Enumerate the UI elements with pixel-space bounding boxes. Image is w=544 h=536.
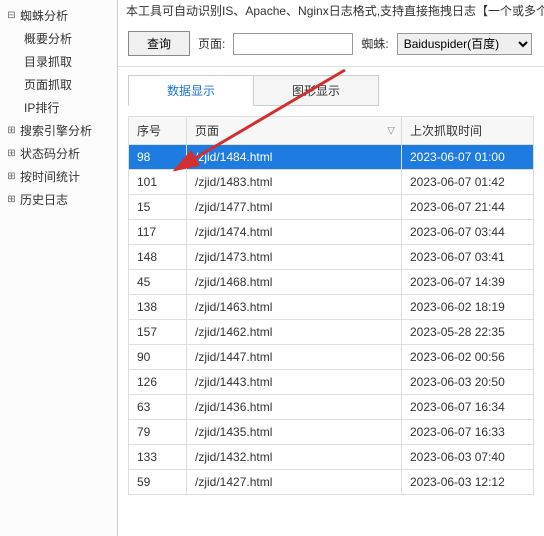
cell-time: 2023-06-07 03:44 (402, 220, 534, 245)
page-input[interactable] (233, 33, 353, 55)
expand-icon: ⊞ (6, 194, 17, 205)
expand-icon: ⊞ (6, 148, 17, 159)
tree-label: 概要分析 (24, 30, 72, 47)
tree-item-time[interactable]: ⊞ 按时间统计 (0, 165, 117, 188)
tree-label: 目录抓取 (24, 53, 72, 70)
tree-label: 搜索引擎分析 (20, 122, 92, 139)
cell-time: 2023-06-02 18:19 (402, 295, 534, 320)
header-time[interactable]: 上次抓取时间 (402, 117, 534, 145)
cell-time: 2023-06-07 21:44 (402, 195, 534, 220)
tabs: 数据显示 图形显示 (118, 67, 544, 106)
cell-page: /zjid/1443.html (187, 370, 402, 395)
cell-seq: 59 (129, 470, 187, 495)
tree-item-search[interactable]: ⊞ 搜索引擎分析 (0, 119, 117, 142)
cell-seq: 98 (129, 145, 187, 170)
table-row[interactable]: 15/zjid/1477.html2023-06-07 21:44 (129, 195, 534, 220)
cell-seq: 45 (129, 270, 187, 295)
cell-time: 2023-05-28 22:35 (402, 320, 534, 345)
spider-label: 蜘蛛: (361, 35, 388, 52)
cell-seq: 90 (129, 345, 187, 370)
cell-seq: 15 (129, 195, 187, 220)
header-seq[interactable]: 序号 (129, 117, 187, 145)
tree-item-dir[interactable]: 目录抓取 (0, 50, 117, 73)
cell-time: 2023-06-07 01:00 (402, 145, 534, 170)
tree-label: 状态码分析 (20, 145, 80, 162)
cell-seq: 101 (129, 170, 187, 195)
cell-time: 2023-06-07 01:42 (402, 170, 534, 195)
table-row[interactable]: 138/zjid/1463.html2023-06-02 18:19 (129, 295, 534, 320)
cell-page: /zjid/1473.html (187, 245, 402, 270)
cell-page: /zjid/1474.html (187, 220, 402, 245)
tree-label: 按时间统计 (20, 168, 80, 185)
cell-page: /zjid/1432.html (187, 445, 402, 470)
table-row[interactable]: 157/zjid/1462.html2023-05-28 22:35 (129, 320, 534, 345)
tree-item-summary[interactable]: 概要分析 (0, 27, 117, 50)
table-row[interactable]: 98/zjid/1484.html2023-06-07 01:00 (129, 145, 534, 170)
collapse-icon: ⊟ (6, 10, 17, 21)
tab-graph[interactable]: 图形显示 (254, 75, 379, 106)
cell-seq: 79 (129, 420, 187, 445)
cell-time: 2023-06-03 20:50 (402, 370, 534, 395)
cell-time: 2023-06-03 07:40 (402, 445, 534, 470)
cell-seq: 126 (129, 370, 187, 395)
cell-seq: 138 (129, 295, 187, 320)
table-row[interactable]: 101/zjid/1483.html2023-06-07 01:42 (129, 170, 534, 195)
cell-time: 2023-06-02 00:56 (402, 345, 534, 370)
tree-item-ip[interactable]: IP排行 (0, 96, 117, 119)
query-button[interactable]: 查询 (128, 31, 190, 56)
expand-icon: ⊞ (6, 125, 17, 136)
main-panel: 本工具可自动识别IS、Apache、Nginx日志格式,支持直接拖拽日志【一个或… (118, 0, 544, 536)
cell-time: 2023-06-03 12:12 (402, 470, 534, 495)
cell-time: 2023-06-07 16:34 (402, 395, 534, 420)
table-row[interactable]: 117/zjid/1474.html2023-06-07 03:44 (129, 220, 534, 245)
table-row[interactable]: 133/zjid/1432.html2023-06-03 07:40 (129, 445, 534, 470)
tree-label: IP排行 (24, 99, 59, 116)
cell-time: 2023-06-07 03:41 (402, 245, 534, 270)
sort-desc-icon: ▽ (387, 125, 395, 136)
table-row[interactable]: 148/zjid/1473.html2023-06-07 03:41 (129, 245, 534, 270)
table-row[interactable]: 45/zjid/1468.html2023-06-07 14:39 (129, 270, 534, 295)
data-table: 序号 页面▽ 上次抓取时间 98/zjid/1484.html2023-06-0… (128, 116, 534, 495)
cell-page: /zjid/1435.html (187, 420, 402, 445)
table-wrap: 序号 页面▽ 上次抓取时间 98/zjid/1484.html2023-06-0… (118, 106, 544, 536)
cell-page: /zjid/1447.html (187, 345, 402, 370)
cell-page: /zjid/1463.html (187, 295, 402, 320)
tree-label: 蜘蛛分析 (20, 7, 68, 24)
table-row[interactable]: 63/zjid/1436.html2023-06-07 16:34 (129, 395, 534, 420)
table-row[interactable]: 90/zjid/1447.html2023-06-02 00:56 (129, 345, 534, 370)
tree-label: 页面抓取 (24, 76, 72, 93)
tree-item-history[interactable]: ⊞ 历史日志 (0, 188, 117, 211)
filter-bar: 查询 页面: 蜘蛛: Baiduspider(百度) (118, 21, 544, 67)
cell-page: /zjid/1436.html (187, 395, 402, 420)
tree-item-page[interactable]: 页面抓取 (0, 73, 117, 96)
hint-text: 本工具可自动识别IS、Apache、Nginx日志格式,支持直接拖拽日志【一个或… (118, 0, 544, 21)
spider-select[interactable]: Baiduspider(百度) (397, 33, 532, 55)
cell-page: /zjid/1468.html (187, 270, 402, 295)
cell-page: /zjid/1484.html (187, 145, 402, 170)
tab-data[interactable]: 数据显示 (128, 75, 254, 106)
cell-time: 2023-06-07 14:39 (402, 270, 534, 295)
expand-icon: ⊞ (6, 171, 17, 182)
cell-page: /zjid/1462.html (187, 320, 402, 345)
page-label: 页面: (198, 35, 225, 52)
cell-page: /zjid/1427.html (187, 470, 402, 495)
cell-seq: 157 (129, 320, 187, 345)
sidebar: ⊟ 蜘蛛分析 概要分析 目录抓取 页面抓取 IP排行 ⊞ 搜索引擎分析 ⊞ 状态… (0, 0, 118, 536)
table-row[interactable]: 126/zjid/1443.html2023-06-03 20:50 (129, 370, 534, 395)
tree-item-status[interactable]: ⊞ 状态码分析 (0, 142, 117, 165)
cell-seq: 148 (129, 245, 187, 270)
cell-seq: 63 (129, 395, 187, 420)
tree-label: 历史日志 (20, 191, 68, 208)
table-row[interactable]: 79/zjid/1435.html2023-06-07 16:33 (129, 420, 534, 445)
tree-item-spider[interactable]: ⊟ 蜘蛛分析 (0, 4, 117, 27)
table-row[interactable]: 59/zjid/1427.html2023-06-03 12:12 (129, 470, 534, 495)
cell-page: /zjid/1483.html (187, 170, 402, 195)
cell-seq: 117 (129, 220, 187, 245)
header-page[interactable]: 页面▽ (187, 117, 402, 145)
cell-seq: 133 (129, 445, 187, 470)
cell-page: /zjid/1477.html (187, 195, 402, 220)
cell-time: 2023-06-07 16:33 (402, 420, 534, 445)
